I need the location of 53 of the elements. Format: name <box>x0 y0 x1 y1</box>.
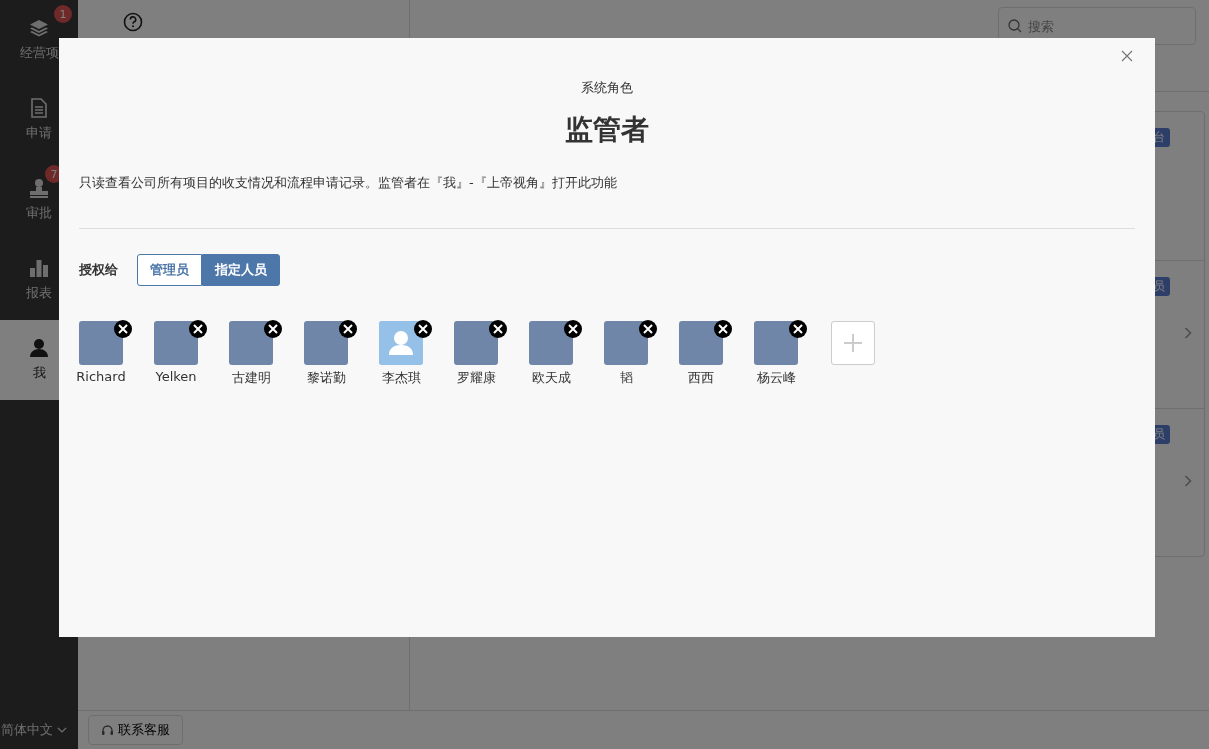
remove-icon[interactable] <box>339 320 357 338</box>
photo-placeholder <box>229 321 273 365</box>
grant-option-tab[interactable]: 指定人员 <box>202 254 280 286</box>
language-selector[interactable]: 简体中文 <box>0 710 78 749</box>
member-name: Yelken <box>155 369 197 384</box>
layers-icon <box>29 18 49 38</box>
modal-title: 监管者 <box>565 112 649 148</box>
remove-icon[interactable] <box>564 320 582 338</box>
member-name: 西西 <box>688 369 714 387</box>
member-name: 杨云峰 <box>756 369 796 387</box>
photo-placeholder <box>454 321 498 365</box>
sidebar-item[interactable]: 经营项 1 <box>0 0 78 80</box>
remove-icon[interactable] <box>114 320 132 338</box>
photo-placeholder <box>604 321 648 365</box>
remove-icon[interactable] <box>264 320 282 338</box>
chevron-down-icon <box>57 726 67 733</box>
remove-icon[interactable] <box>639 320 657 338</box>
remove-icon[interactable] <box>714 320 732 338</box>
stamp-icon <box>29 178 49 198</box>
remove-icon[interactable] <box>414 320 432 338</box>
photo-placeholder <box>754 321 798 365</box>
member-name: 古建明 <box>231 369 271 387</box>
member-name: 罗耀康 <box>456 369 496 387</box>
photo-placeholder <box>79 321 123 365</box>
photo-placeholder <box>529 321 573 365</box>
remove-icon[interactable] <box>789 320 807 338</box>
person-icon <box>29 338 49 358</box>
modal-subtitle: 系统角色 <box>581 79 633 97</box>
photo-placeholder <box>679 321 723 365</box>
member-name: 韬 <box>619 369 633 387</box>
headset-icon <box>101 723 114 737</box>
plus-icon <box>843 333 863 353</box>
role-description: 只读查看公司所有项目的收支情况和流程申请记录。监管者在『我』-『上帝视角』打开此功能 <box>79 174 618 192</box>
notification-badge: 1 <box>54 5 72 23</box>
member-name: Richard <box>76 369 126 384</box>
remove-icon[interactable] <box>189 320 207 338</box>
photo-placeholder <box>154 321 198 365</box>
member-name: 欧天成 <box>531 369 571 387</box>
sidebar-item[interactable]: 报表 <box>0 240 78 320</box>
close-button[interactable] <box>1121 50 1133 62</box>
bar-chart-icon <box>29 258 49 278</box>
remove-icon[interactable] <box>489 320 507 338</box>
member-name: 李杰琪 <box>381 369 421 387</box>
photo-placeholder <box>304 321 348 365</box>
search-icon <box>1008 19 1022 33</box>
help-icon[interactable] <box>123 12 143 32</box>
default-avatar-icon <box>379 321 423 365</box>
sidebar-item[interactable]: 申请 <box>0 80 78 160</box>
member-name: 黎诺勤 <box>306 369 346 387</box>
grant-option-tab[interactable]: 管理员 <box>137 254 202 286</box>
grant-label: 授权给 <box>79 261 118 279</box>
document-icon <box>31 98 47 118</box>
contact-support-button[interactable]: 联系客服 <box>88 715 183 745</box>
